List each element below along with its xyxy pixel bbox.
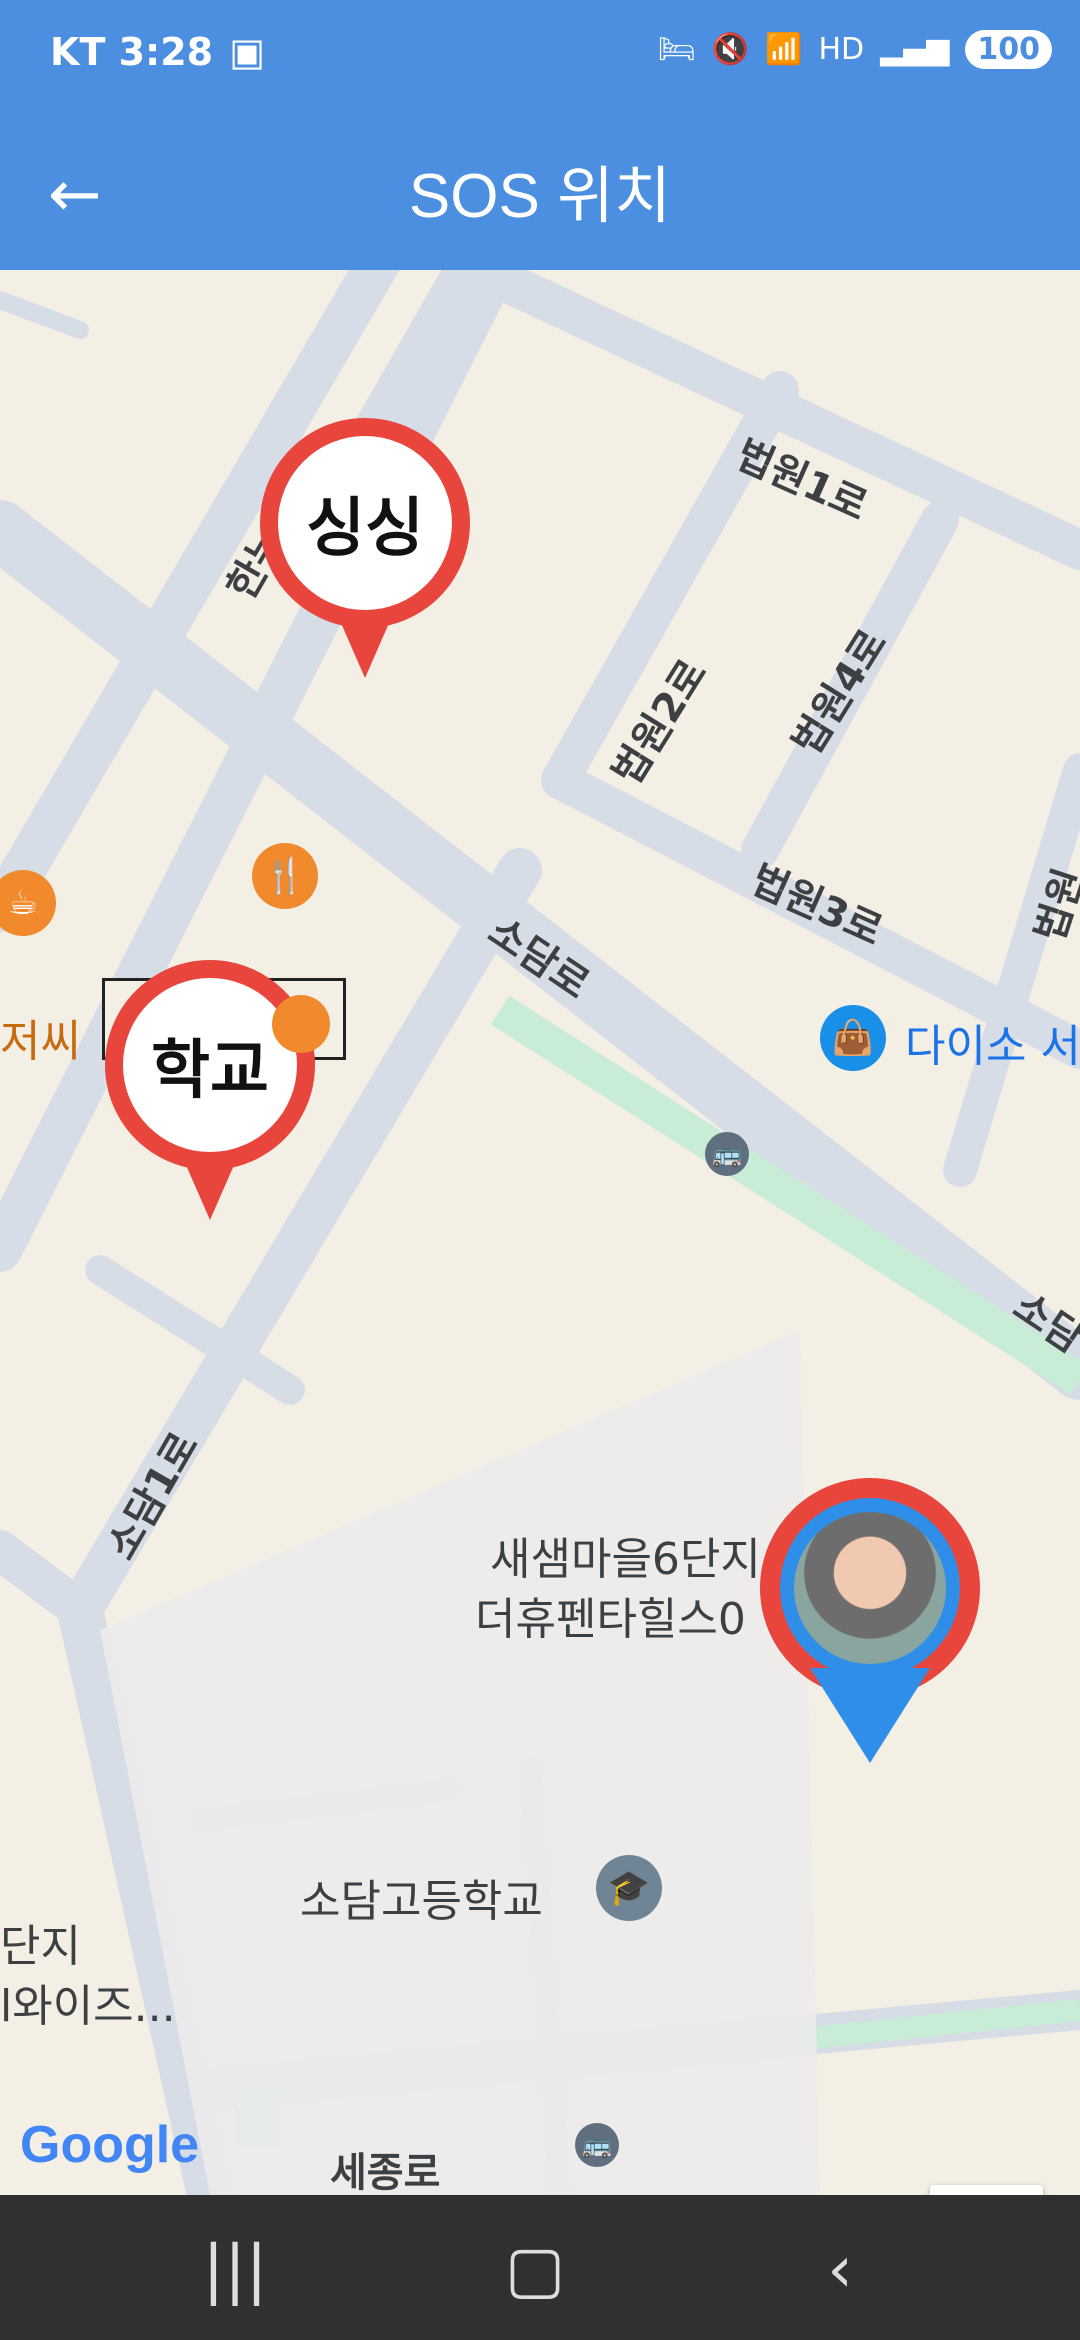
poi-label: 다이소 서: [905, 1021, 1080, 1072]
poi-label: 더휴펜타힐스0: [475, 1594, 746, 1645]
mute-icon: 🔇: [711, 32, 750, 67]
app-bar: ← SOS 위치: [0, 115, 1080, 270]
home-icon: ▢: [504, 2233, 566, 2307]
map-view[interactable]: 법원1로 법원2로 법원4로 법원3로 소담로 소담1로 한누 소담 법원 세종…: [0, 270, 1080, 2195]
pin-label: 싱싱: [278, 436, 452, 610]
back-nav-button[interactable]: ‹: [780, 2230, 900, 2310]
school-icon[interactable]: 🎓: [596, 1855, 662, 1921]
poi-label: 소담고등학교: [300, 1876, 543, 1927]
poi-label: 단지: [0, 1921, 81, 1972]
recent-apps-icon: |||: [202, 2233, 268, 2307]
status-right: 🛏 🔇 📶 HD ▂▄▆ 100: [658, 30, 1052, 69]
status-bar: KT 3:28 ▣ 🛏 🔇 📶 HD ▂▄▆ 100: [0, 0, 1080, 115]
signal-icon: ▂▄▆: [880, 32, 950, 67]
zoom-controls: + −: [930, 2185, 1043, 2195]
poi-label: 새샘마을6단지: [490, 1534, 761, 1585]
system-nav-bar: ||| ▢ ‹: [0, 2195, 1080, 2340]
carrier-time: KT 3:28: [50, 30, 214, 74]
restaurant-icon[interactable]: 🍴: [252, 843, 318, 909]
google-logo: Google: [20, 2116, 200, 2174]
bed-icon: 🛏: [657, 32, 696, 67]
poi-label: l와이즈...: [0, 1981, 176, 2032]
zoom-in-button[interactable]: +: [930, 2185, 1043, 2195]
pin-tail: [175, 1140, 245, 1220]
user-location-pin[interactable]: [760, 1478, 980, 1763]
recent-apps-button[interactable]: |||: [175, 2230, 295, 2310]
screenshot-icon: ▣: [229, 30, 266, 74]
bus-stop-icon[interactable]: 🚌: [575, 2123, 619, 2167]
page-title: SOS 위치: [408, 162, 672, 231]
road-label: 세종로: [330, 2150, 441, 2195]
status-left: KT 3:28 ▣: [50, 30, 265, 74]
shopping-bag-icon[interactable]: 👜: [820, 1005, 886, 1071]
bus-stop-icon[interactable]: 🚌: [705, 1132, 749, 1176]
restaurant-icon[interactable]: [272, 995, 330, 1053]
hd-icon: HD: [818, 32, 865, 67]
user-pin-tail: [810, 1668, 930, 1763]
saved-location-pin[interactable]: 싱싱: [260, 418, 470, 688]
wifi-icon: 📶: [765, 32, 803, 67]
battery-indicator: 100: [965, 30, 1052, 69]
poi-label: 저씨: [0, 1016, 81, 1067]
avatar: [794, 1512, 946, 1664]
chevron-left-icon: ‹: [827, 2233, 853, 2307]
pin-label: 학교: [123, 978, 297, 1152]
home-button[interactable]: ▢: [475, 2230, 595, 2310]
pin-tail: [330, 598, 400, 678]
